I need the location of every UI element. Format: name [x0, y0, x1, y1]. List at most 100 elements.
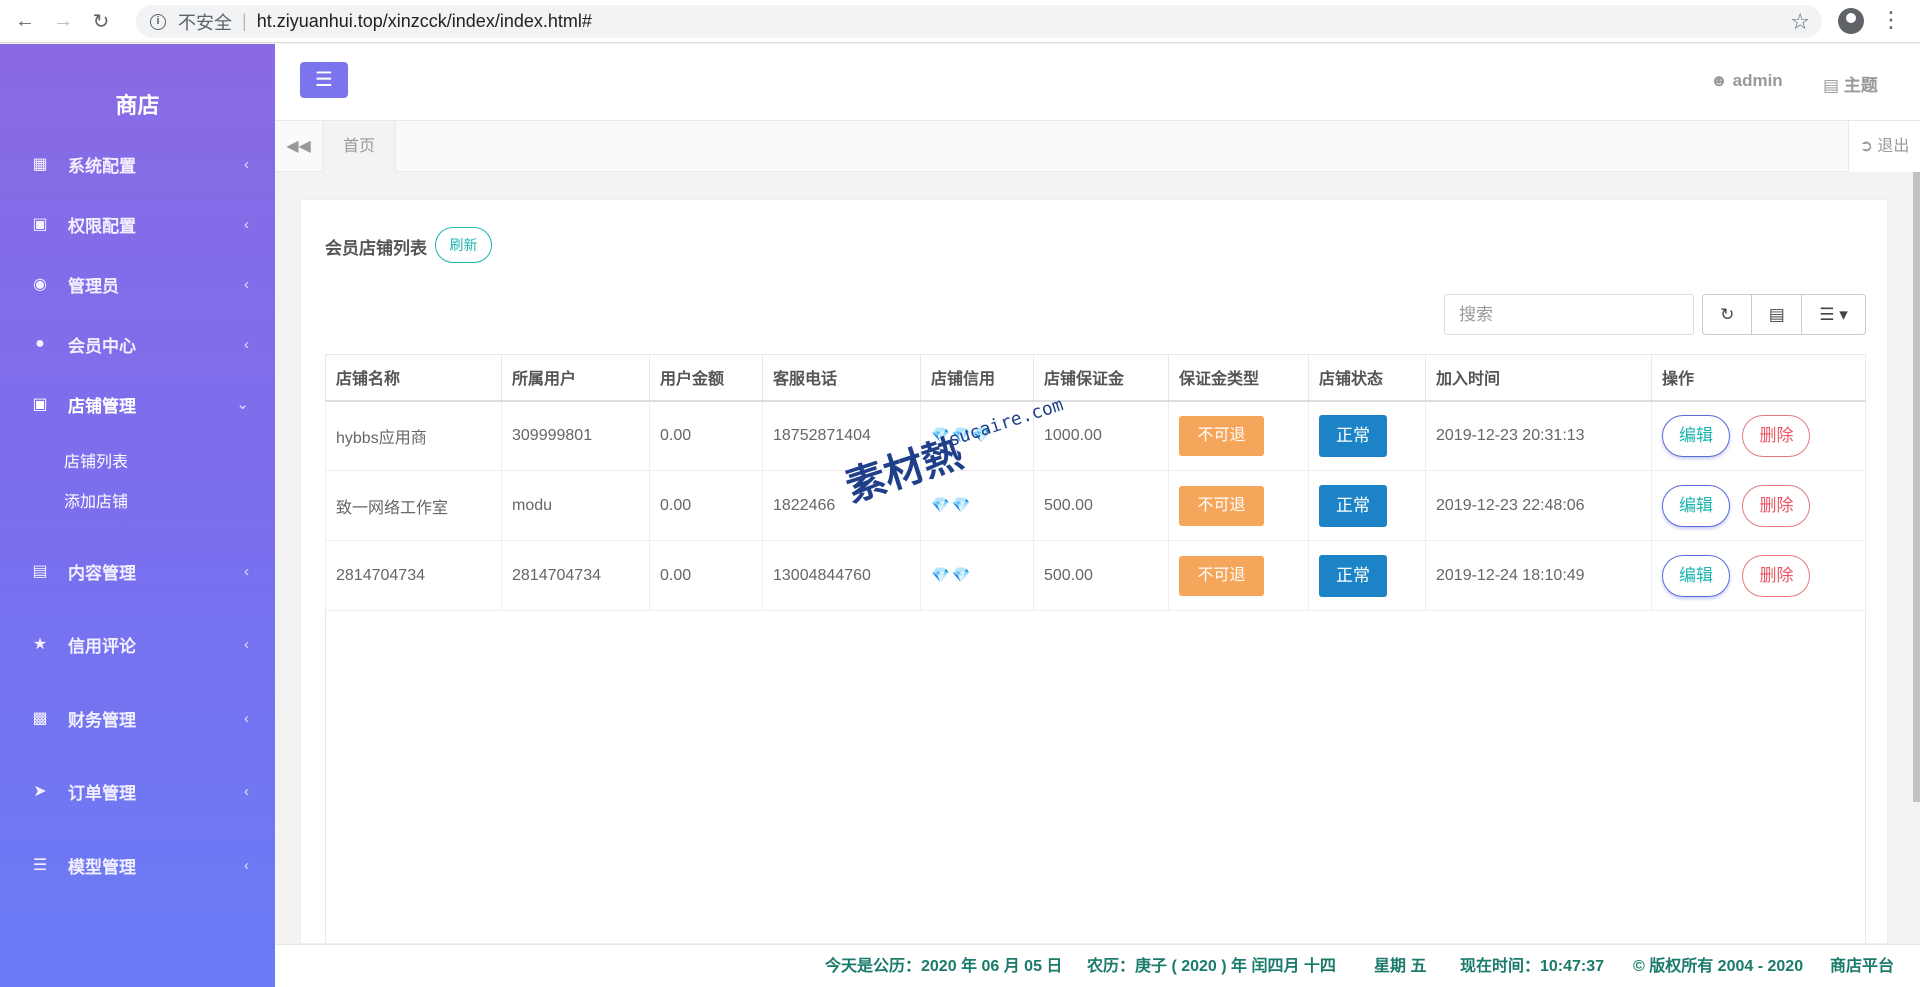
reload-icon[interactable]: ↻ [88, 8, 114, 34]
sidebar-item-content-management[interactable]: ▤ 内容管理 ‹ [0, 546, 275, 596]
refresh-button[interactable]: 刷新 [435, 227, 492, 263]
sidebar-item-finance[interactable]: ▩ 财务管理 ‹ [0, 693, 275, 743]
store-user: modu [501, 470, 650, 541]
forward-icon[interactable]: → [50, 8, 76, 34]
sidebar-subitem-store-list[interactable]: 店铺列表 [64, 448, 128, 472]
username: admin [1732, 71, 1783, 90]
toggle-view-icon[interactable]: ▤ [1752, 295, 1802, 334]
edit-button[interactable]: 编辑 [1662, 484, 1730, 527]
sidebar-item-label: 权限配置 [68, 216, 136, 236]
edit-button[interactable]: 编辑 [1662, 554, 1730, 597]
sidebar-item-models[interactable]: ☰ 模型管理 ‹ [0, 840, 275, 890]
sidebar-item-system-config[interactable]: ▦ 系统配置 ‹ [0, 139, 275, 189]
logout-button[interactable]: ➲ 退出 [1848, 121, 1920, 172]
user-menu[interactable]: ☻ admin [1710, 71, 1783, 91]
column-header[interactable]: 店铺保证金 [1033, 354, 1169, 402]
sidebar-item-member-center[interactable]: ● 会员中心 ‹ [0, 319, 275, 369]
store-name: 致一网络工作室 [325, 470, 502, 541]
tab-bar: ◀◀ 首页 ➲ 退出 [275, 121, 1920, 172]
chevron-left-icon: ‹ [244, 275, 249, 293]
column-header[interactable]: 操作 [1651, 354, 1866, 402]
footer-time: 现在时间：10:47:37 [1460, 958, 1605, 975]
user-icon: ● [35, 335, 45, 352]
store-user: 309999801 [501, 400, 650, 471]
column-header[interactable]: 所属用户 [501, 354, 650, 402]
edit-button[interactable]: 编辑 [1662, 414, 1730, 457]
deposit-type-badge[interactable]: 不可退 [1179, 415, 1264, 456]
credit-diamond-icons: 💎💎 [931, 497, 973, 514]
column-header[interactable]: 店铺状态 [1308, 354, 1426, 402]
more-menu-icon[interactable]: ⋮ [1880, 8, 1902, 32]
column-header[interactable]: 保证金类型 [1168, 354, 1309, 402]
sidebar-subitem-add-store[interactable]: 添加店铺 [64, 488, 128, 512]
column-header[interactable]: 用户金额 [649, 354, 763, 402]
menu-toggle-button[interactable]: ☰ [300, 62, 348, 98]
footer-platform: 商店平台 [1830, 958, 1895, 975]
theme-label: 主题 [1843, 76, 1878, 95]
user-amount: 0.00 [649, 540, 763, 611]
server-icon: ☰ [32, 857, 48, 874]
user-amount: 0.00 [649, 400, 763, 471]
lock-icon: ▣ [32, 216, 48, 233]
chevron-left-icon: ‹ [244, 215, 249, 233]
double-left-arrow-icon[interactable]: ◀◀ [275, 121, 323, 172]
status-badge[interactable]: 正常 [1319, 414, 1387, 457]
bookmark-star-icon[interactable]: ☆ [1790, 9, 1810, 35]
list-icon: ▤ [32, 563, 48, 580]
address-bar[interactable]: i 不安全 | ht.ziyuanhui.top/xinzcck/index/i… [136, 5, 1822, 38]
url-text[interactable]: ht.ziyuanhui.top/xinzcck/index/index.htm… [257, 11, 592, 32]
deposit-type-badge[interactable]: 不可退 [1179, 555, 1264, 596]
sidebar-item-label: 系统配置 [68, 156, 136, 176]
chevron-down-icon: ⌄ [236, 396, 249, 413]
page-scrollbar[interactable] [1913, 172, 1920, 802]
columns-dropdown-icon[interactable]: ☰ ▾ [1802, 295, 1865, 334]
delete-button[interactable]: 删除 [1742, 414, 1811, 457]
store-name: 2814704734 [325, 540, 502, 611]
back-icon[interactable]: ← [12, 8, 38, 34]
footer-copyright: © 版权所有 2004 - 2020 [1633, 958, 1804, 975]
theme-menu[interactable]: ▤ 主题 [1823, 71, 1878, 96]
sidebar-item-credit-review[interactable]: ★ 信用评论 ‹ [0, 619, 275, 669]
footer-date: 今天是公历：2020 年 06 月 05 日 [825, 958, 1063, 975]
delete-button[interactable]: 删除 [1742, 554, 1811, 597]
account-icon[interactable] [1838, 8, 1864, 34]
search-input[interactable] [1444, 294, 1694, 335]
bars-icon: ▩ [32, 710, 48, 727]
column-header[interactable]: 店铺信用 [920, 354, 1034, 402]
refresh-icon[interactable]: ↻ [1703, 295, 1753, 334]
service-phone: 13004844760 [762, 540, 921, 611]
status-badge[interactable]: 正常 [1319, 554, 1387, 597]
browser-toolbar: ← → ↻ i 不安全 | ht.ziyuanhui.top/xinzcck/i… [0, 0, 1920, 43]
sidebar-item-store-management[interactable]: ▣ 店铺管理 ⌄ [0, 379, 275, 429]
deposit-type-badge[interactable]: 不可退 [1179, 485, 1264, 526]
star-icon: ★ [32, 636, 48, 653]
footer-weekday: 星期 五 [1374, 958, 1427, 975]
column-header[interactable]: 店铺名称 [325, 354, 502, 402]
sidebar-item-label: 店铺管理 [68, 396, 136, 416]
info-icon[interactable]: i [150, 13, 166, 30]
insecure-label: 不安全 [178, 12, 232, 33]
delete-button[interactable]: 删除 [1742, 484, 1811, 527]
grid-icon: ▦ [32, 156, 48, 173]
tab-home[interactable]: 首页 [323, 121, 396, 172]
chevron-left-icon: ‹ [244, 856, 249, 874]
table-row: 致一网络工作室 modu 0.00 1822466 💎💎 500.00 不可退 … [325, 470, 1866, 541]
store-user: 2814704734 [501, 540, 650, 611]
chevron-left-icon: ‹ [244, 782, 249, 800]
sidebar-item-label: 信用评论 [68, 636, 136, 656]
sidebar-item-orders[interactable]: ➤ 订单管理 ‹ [0, 766, 275, 816]
column-header[interactable]: 客服电话 [762, 354, 921, 402]
sidebar-item-permission-config[interactable]: ▣ 权限配置 ‹ [0, 199, 275, 249]
panel-title: 会员店铺列表 [325, 239, 427, 258]
footer-lunar: 农历：庚子 ( 2020 ) 年 闰四月 十四 [1087, 958, 1336, 975]
store-icon: ▣ [32, 396, 48, 413]
join-time: 2019-12-23 22:48:06 [1425, 470, 1652, 541]
status-badge[interactable]: 正常 [1319, 484, 1387, 527]
user-icon: ☻ [1710, 71, 1728, 90]
sidebar: 商店 ▦ 系统配置 ‹ ▣ 权限配置 ‹ ◉ 管理员 ‹ ● 会员中心 ‹ ▣ … [0, 44, 275, 987]
sidebar-item-label: 财务管理 [68, 710, 136, 730]
column-header[interactable]: 加入时间 [1425, 354, 1652, 402]
address-separator: | [242, 11, 247, 31]
table-row: 2814704734 2814704734 0.00 13004844760 💎… [325, 540, 1866, 611]
sidebar-item-admin[interactable]: ◉ 管理员 ‹ [0, 259, 275, 309]
